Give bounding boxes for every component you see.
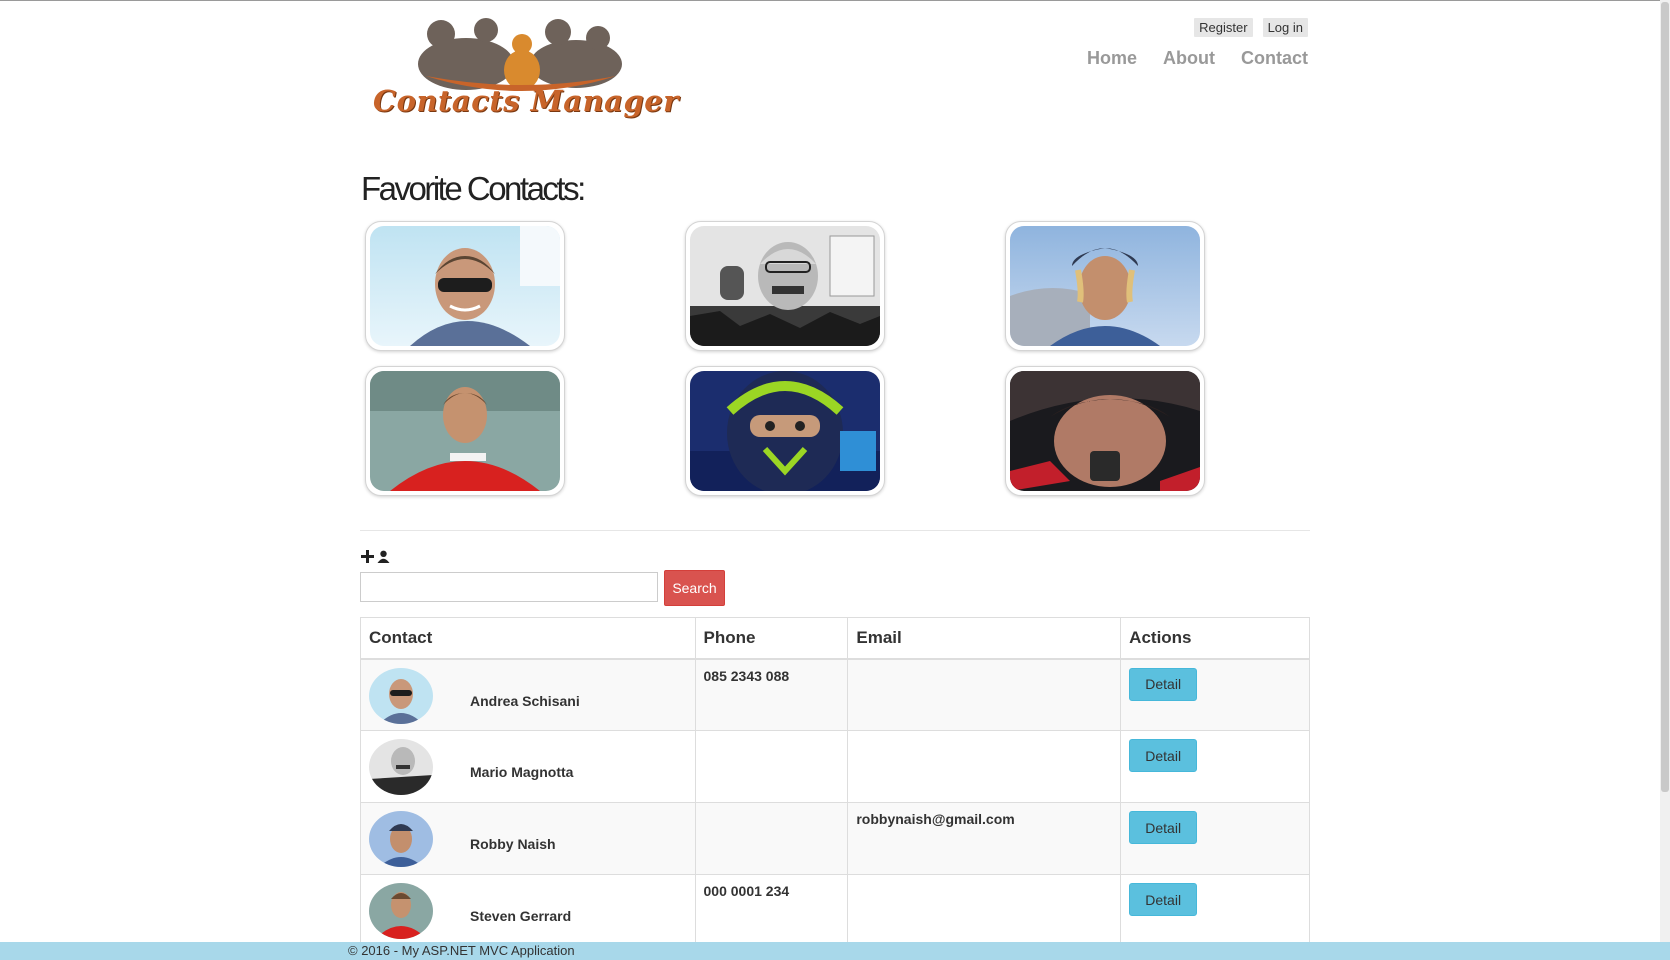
contact-cell: Andrea Schisani [360, 658, 696, 731]
contact-name[interactable]: Andrea Schisani [470, 693, 580, 709]
contact-cell: Steven Gerrard [360, 874, 696, 947]
contact-cell: Mario Magnotta [360, 730, 696, 803]
actions-cell: Detail [1120, 658, 1310, 731]
window-top-border [0, 0, 1670, 1]
nav-home[interactable]: Home [1087, 48, 1137, 69]
column-header-contact: Contact [360, 617, 696, 660]
plus-icon [361, 550, 374, 567]
phone-cell [694, 802, 849, 875]
scrollbar-thumb[interactable] [1661, 2, 1669, 792]
add-contact-button[interactable] [361, 550, 390, 567]
register-link[interactable]: Register [1194, 18, 1253, 37]
contact-name[interactable]: Mario Magnotta [470, 764, 573, 780]
favorite-photo [370, 371, 560, 491]
avatar [369, 883, 433, 939]
favorite-photo [1010, 226, 1200, 346]
favorite-contacts-title: Favorite Contacts: [361, 170, 586, 207]
favorite-photo [1010, 371, 1200, 491]
footer: © 2016 - My ASP.NET MVC Application [0, 942, 1670, 960]
contact-cell: Robby Naish [360, 802, 696, 875]
table-row: Mario Magnotta Detail [360, 730, 1310, 803]
favorite-card-steven-gerrard[interactable] [365, 366, 565, 496]
logo-text: Contacts Manager [373, 84, 679, 118]
table-row: Robby Naish robbynaish@gmail.com Detail [360, 802, 1310, 875]
actions-cell: Detail [1120, 730, 1310, 803]
detail-button[interactable]: Detail [1129, 667, 1198, 701]
contact-name[interactable]: Robby Naish [470, 836, 556, 852]
table-row: Steven Gerrard 000 0001 234 Detail [360, 874, 1310, 947]
search-button[interactable]: Search [664, 570, 725, 606]
favorite-card-andrea-schisani[interactable] [365, 221, 565, 351]
avatar [369, 739, 433, 795]
email-cell [847, 730, 1122, 803]
table-row: Andrea Schisani 085 2343 088 Detail [360, 658, 1310, 731]
actions-cell: Detail [1120, 802, 1310, 875]
column-header-email: Email [847, 617, 1122, 660]
favorite-photo [370, 226, 560, 346]
contacts-manager-logo[interactable]: Contacts Manager [346, 18, 706, 126]
phone-cell [694, 730, 849, 803]
email-cell [847, 658, 1122, 731]
contacts-table: Contact Phone Email Actions Andrea Schis… [360, 617, 1310, 947]
favorite-card-valentino-rossi[interactable] [685, 366, 885, 496]
vertical-scrollbar[interactable] [1660, 0, 1670, 942]
nav-contact[interactable]: Contact [1241, 48, 1308, 69]
auth-links: Register Log in [1194, 18, 1308, 37]
detail-button[interactable]: Detail [1129, 811, 1198, 844]
favorite-card-vasco[interactable] [1005, 366, 1205, 496]
favorite-photo [690, 371, 880, 491]
column-header-actions: Actions [1120, 617, 1310, 660]
favorite-card-mario-magnotta[interactable] [685, 221, 885, 351]
main-nav: Home About Contact [1087, 48, 1308, 69]
actions-cell: Detail [1120, 874, 1310, 947]
section-divider [360, 530, 1310, 531]
avatar [369, 667, 433, 724]
contact-name[interactable]: Steven Gerrard [470, 908, 571, 924]
search-input[interactable] [360, 572, 658, 602]
detail-button[interactable]: Detail [1129, 739, 1198, 772]
column-header-phone: Phone [694, 617, 849, 660]
phone-cell: 000 0001 234 [694, 874, 849, 947]
email-cell[interactable]: robbynaish@gmail.com [847, 802, 1122, 875]
detail-button[interactable]: Detail [1129, 883, 1198, 916]
table-header-row: Contact Phone Email Actions [360, 617, 1310, 660]
footer-copyright: © 2016 - My ASP.NET MVC Application [348, 943, 575, 958]
phone-cell: 085 2343 088 [694, 658, 849, 731]
avatar [369, 811, 433, 867]
email-cell [847, 874, 1122, 947]
favorite-card-robby-naish[interactable] [1005, 221, 1205, 351]
favorite-photo [690, 226, 880, 346]
user-icon [377, 550, 390, 567]
nav-about[interactable]: About [1163, 48, 1215, 69]
login-link[interactable]: Log in [1262, 18, 1308, 37]
